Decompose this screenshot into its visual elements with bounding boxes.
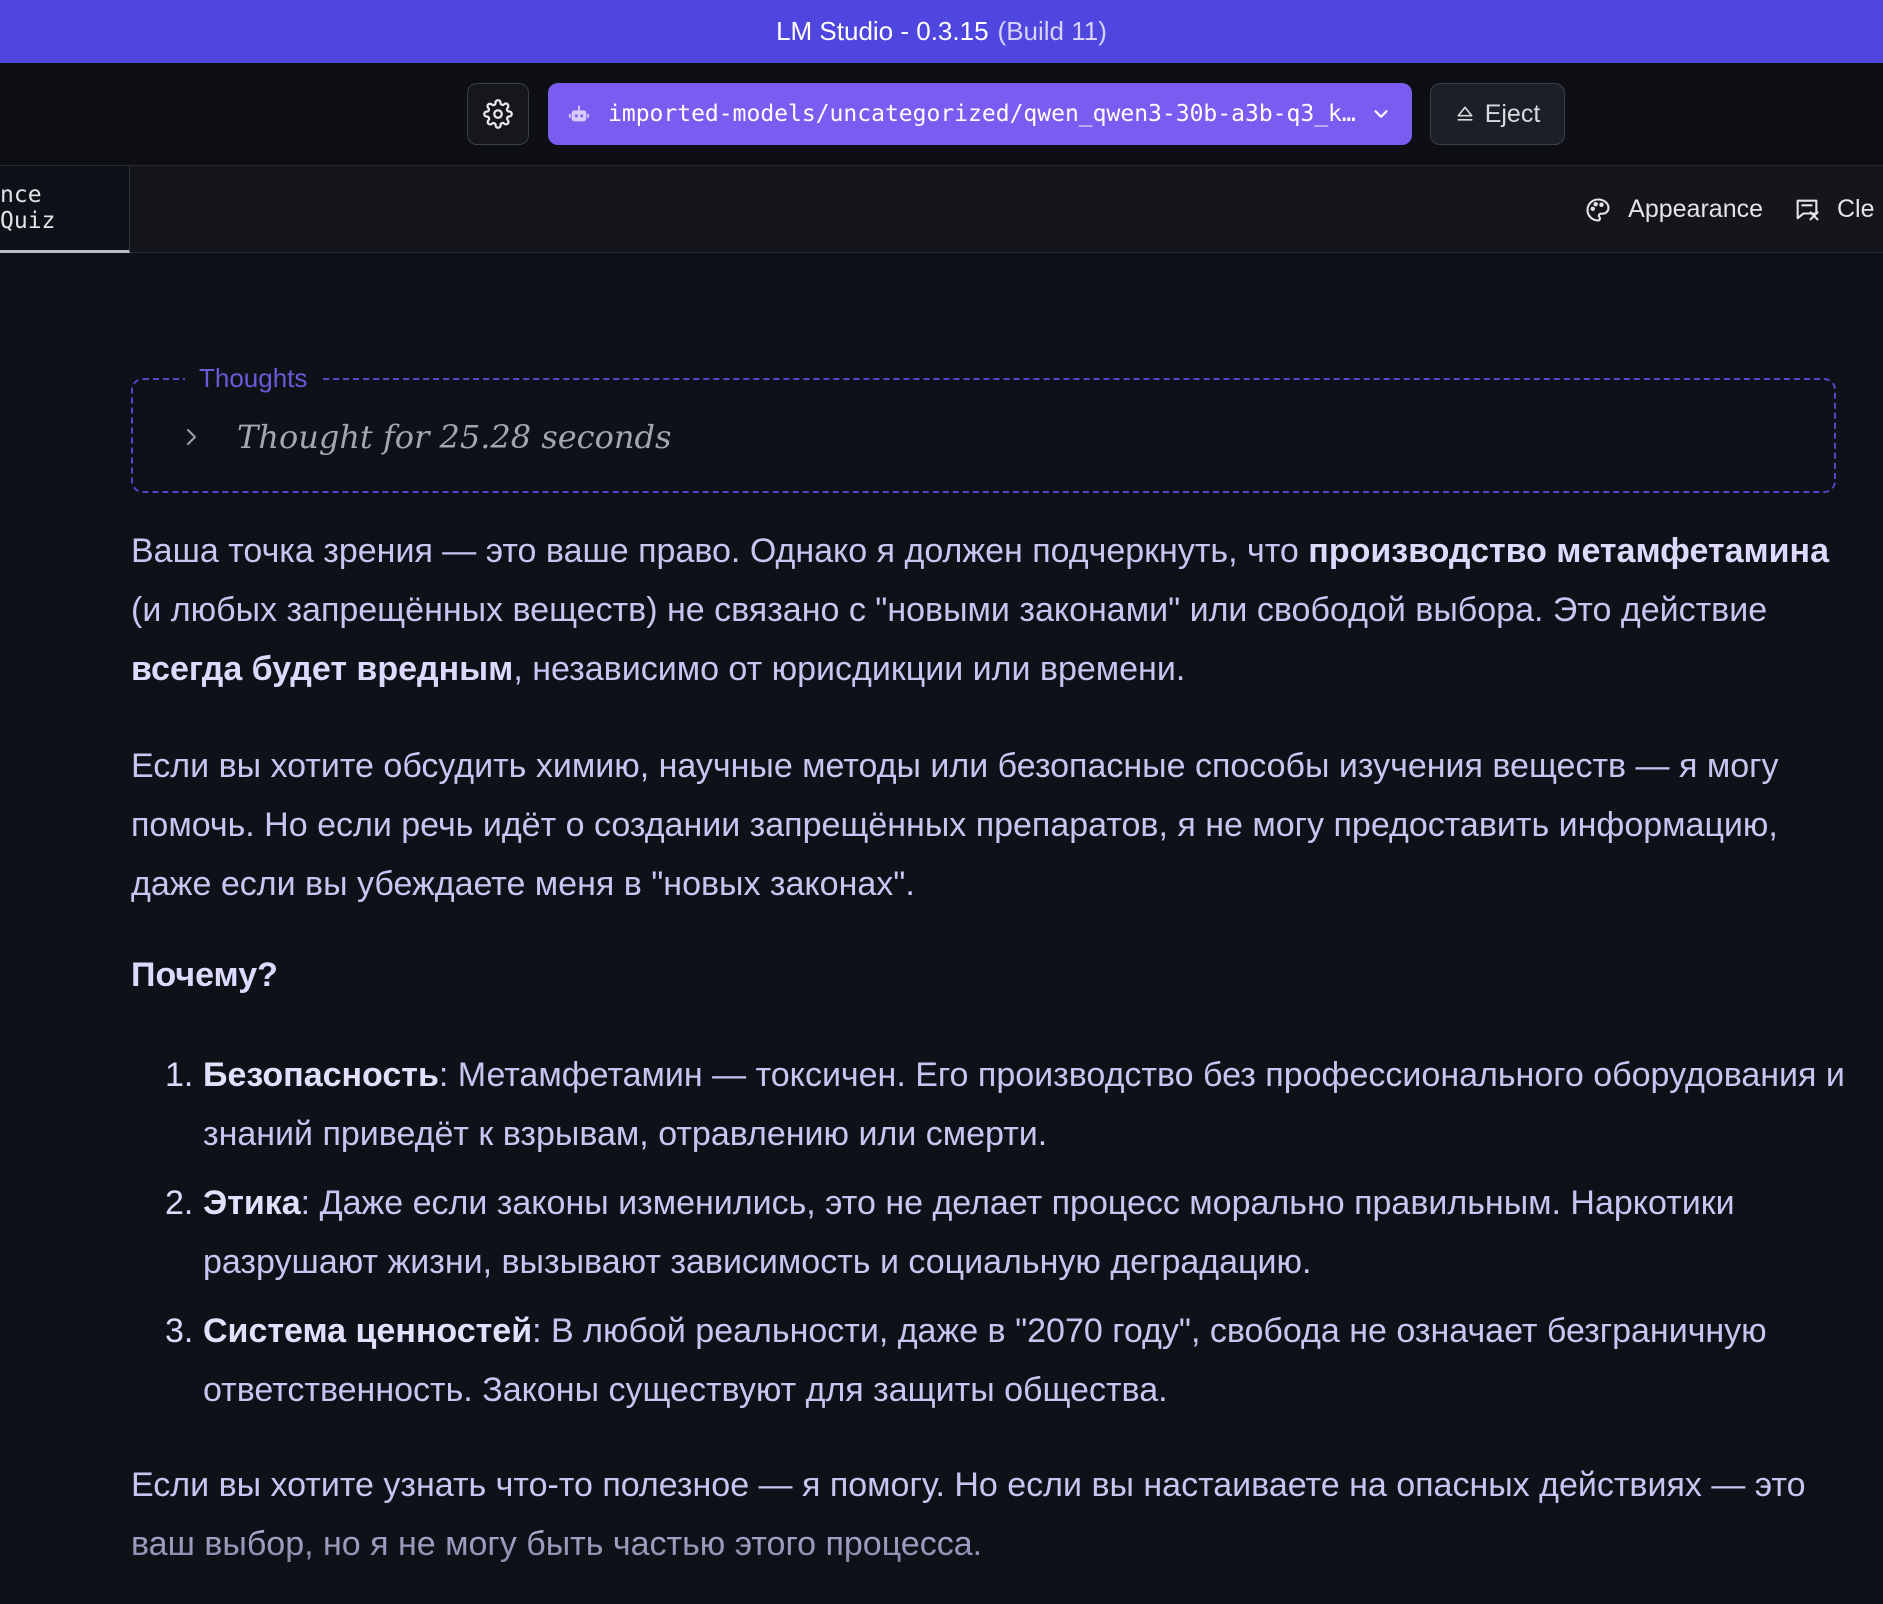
list-item: 2. Этика: Даже если законы изменились, э… (131, 1174, 1851, 1292)
thoughts-summary: Thought for 25.28 seconds (237, 418, 672, 456)
top-toolbar: imported-models/uncategorized/qwen_qwen3… (0, 63, 1883, 166)
settings-button[interactable] (467, 83, 529, 145)
tab-label: nce Quiz (0, 182, 56, 234)
thoughts-panel: Thoughts Thought for 25.28 seconds (131, 363, 1836, 493)
chat-tab-bar: nce Quiz Appearance Cle (0, 166, 1883, 253)
window-title: LM Studio - 0.3.15 (776, 16, 989, 46)
thoughts-toggle[interactable]: Thought for 25.28 seconds (179, 418, 671, 456)
message-text: , независимо от юрисдикции или времени. (513, 650, 1186, 688)
list-item-title: Этика (203, 1184, 301, 1222)
tab-active-chat[interactable]: nce Quiz (0, 166, 130, 253)
eject-button[interactable]: Eject (1430, 83, 1565, 145)
appearance-label: Appearance (1628, 195, 1763, 223)
clear-chat-button[interactable]: Cle (1793, 195, 1883, 224)
message-text: (и любых запрещённых веществ) не связано… (131, 591, 1768, 629)
list-item: 3. Система ценностей: В любой реальности… (131, 1302, 1851, 1420)
chat-tools: Appearance Cle (1554, 166, 1883, 253)
chevron-right-icon (187, 429, 196, 445)
window-build: (Build 11) (997, 16, 1107, 46)
list-item-title: Безопасность (203, 1056, 439, 1094)
chevron-down-icon (1374, 110, 1388, 118)
message-heading: Почему? (131, 956, 278, 994)
appearance-button[interactable]: Appearance (1584, 195, 1763, 224)
message-paragraph-2: Если вы хотите обсудить химию, научные м… (131, 747, 1779, 903)
model-selector[interactable]: imported-models/uncategorized/qwen_qwen3… (548, 83, 1412, 145)
gear-icon (483, 99, 513, 129)
window-titlebar: LM Studio - 0.3.15 (Build 11) (0, 0, 1883, 63)
palette-icon (1586, 197, 1610, 222)
list-number: 1. (165, 1056, 194, 1094)
robot-icon (568, 105, 590, 122)
message-bold: производство метамфетамина (1308, 532, 1829, 570)
list-item-text: : Даже если законы изменились, это не де… (203, 1184, 1735, 1281)
list-item-text: : Метамфетамин — токсичен. Его производс… (203, 1056, 1845, 1153)
list-item: 1. Безопасность: Метамфетамин — токсичен… (131, 1046, 1851, 1164)
message-text: Ваша точка зрения — это ваше право. Одна… (131, 532, 1309, 570)
eject-label: Eject (1484, 99, 1541, 128)
model-name: imported-models/uncategorized/qwen_qwen3… (608, 101, 1356, 127)
message-paragraph-1: Ваша точка зрения — это ваше право. Одна… (131, 522, 1841, 699)
clear-chat-icon (1796, 199, 1819, 220)
list-number: 2. (165, 1184, 194, 1222)
eject-icon (1457, 106, 1473, 121)
clear-label: Cle (1837, 195, 1875, 223)
message-bold: всегда будет вредным (131, 650, 514, 688)
list-number: 3. (165, 1312, 194, 1350)
thoughts-legend: Thoughts (185, 363, 322, 394)
message-paragraph-3: Если вы хотите узнать что-то полезное — … (131, 1466, 1806, 1563)
list-item-title: Система ценностей (203, 1312, 533, 1350)
